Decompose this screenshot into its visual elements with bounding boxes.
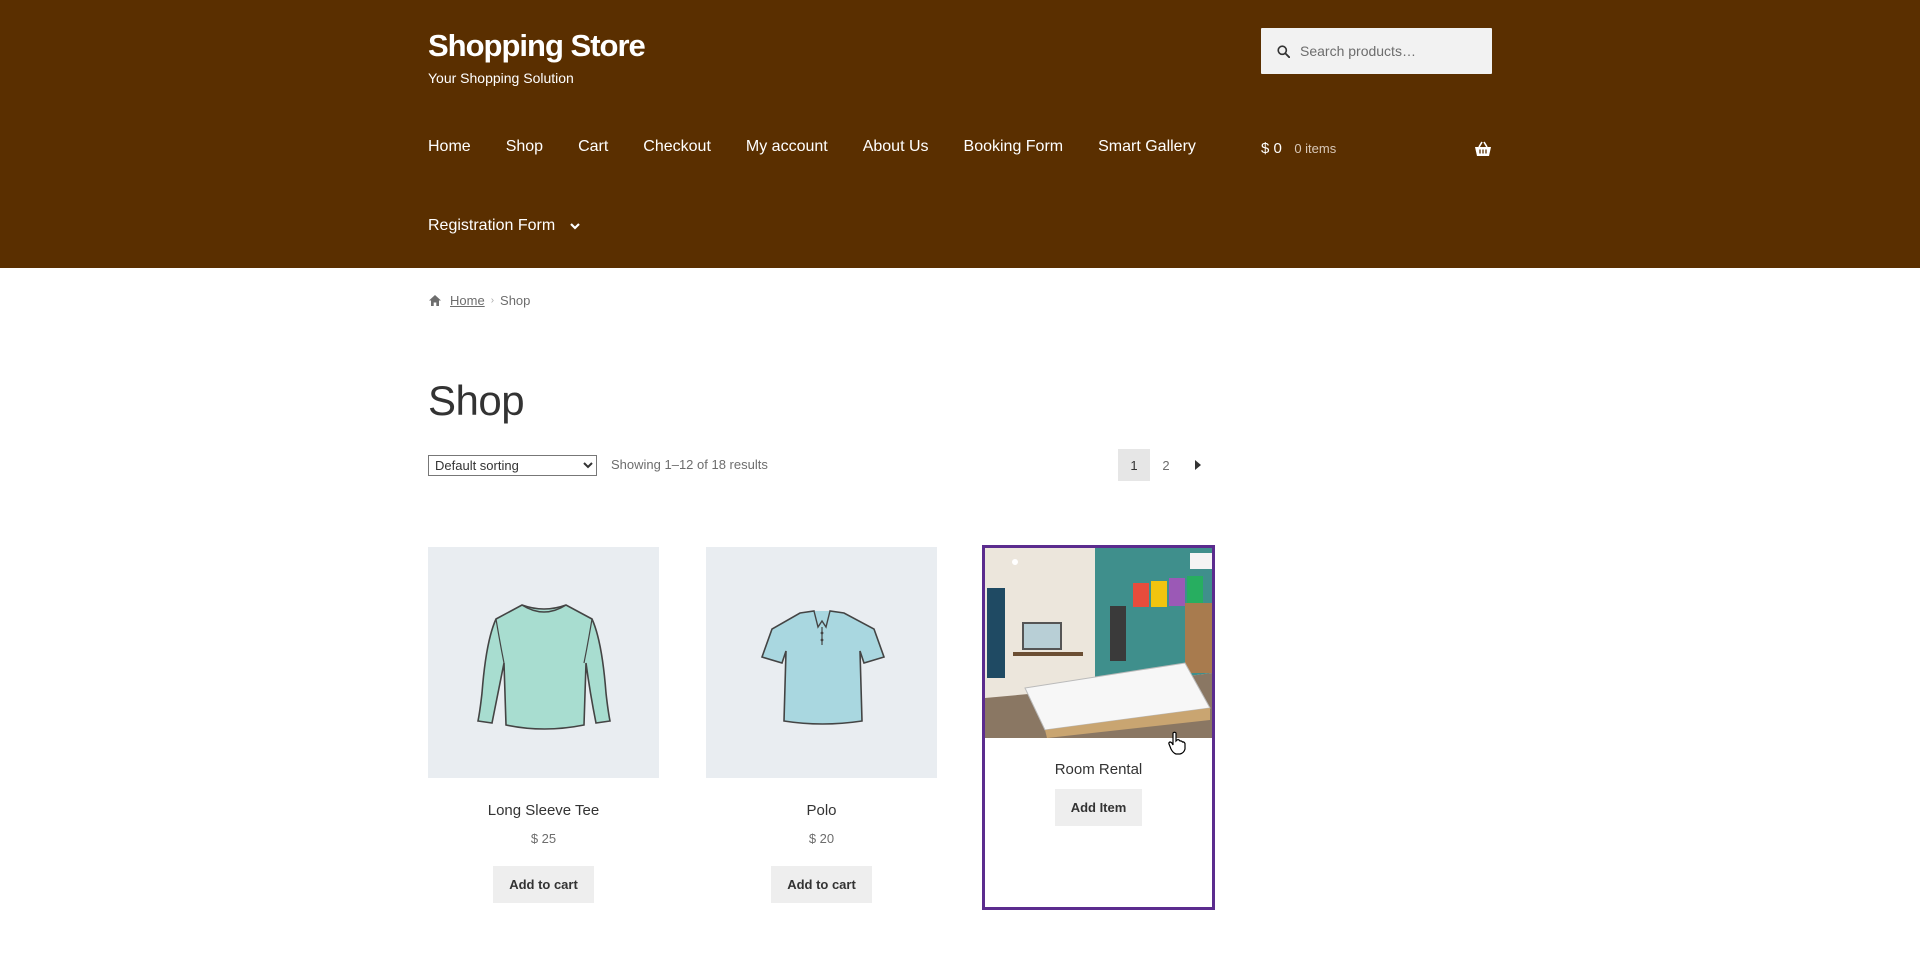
product-name[interactable]: Long Sleeve Tee	[428, 802, 659, 819]
search-icon	[1277, 44, 1290, 58]
nav-checkout[interactable]: Checkout	[643, 138, 711, 156]
add-to-cart-button[interactable]: Add to cart	[771, 866, 872, 903]
breadcrumb-current: Shop	[500, 293, 531, 308]
product-image-long-sleeve-tee[interactable]	[428, 547, 659, 778]
nav-about-us[interactable]: About Us	[863, 138, 929, 156]
next-page-button[interactable]	[1182, 449, 1214, 481]
add-to-cart-button[interactable]: Add to cart	[493, 866, 594, 903]
room-photo	[985, 548, 1212, 738]
cart-amount: $ 0	[1261, 140, 1282, 157]
pagination: 1 2	[1118, 449, 1214, 481]
nav-row-2: Registration Form	[428, 217, 581, 235]
page-title: Shop	[428, 377, 525, 424]
search-box[interactable]	[1261, 28, 1492, 74]
basket-icon	[1475, 141, 1491, 156]
product-image-polo[interactable]	[706, 547, 937, 778]
home-icon	[429, 295, 441, 306]
breadcrumb: Home › Shop	[428, 293, 530, 308]
polo-image	[760, 609, 885, 725]
hand-cursor-icon	[1168, 731, 1186, 755]
sort-select[interactable]: Default sorting	[428, 455, 597, 476]
product-card-room-rental[interactable]: Room Rental Add Item	[982, 545, 1215, 910]
page-2-button[interactable]: 2	[1150, 449, 1182, 481]
site-header: Shopping Store Your Shopping Solution Ho…	[0, 0, 1920, 268]
product-card-long-sleeve-tee: Long Sleeve Tee $ 25 Add to cart	[428, 547, 659, 903]
search-input[interactable]	[1300, 43, 1480, 59]
nav-registration-form[interactable]: Registration Form	[428, 217, 555, 235]
nav-cart[interactable]: Cart	[578, 138, 608, 156]
nav-my-account[interactable]: My account	[746, 138, 828, 156]
product-price: $ 20	[808, 831, 835, 846]
long-sleeve-tee-image	[476, 603, 611, 730]
nav-home[interactable]: Home	[428, 138, 471, 156]
header-cart[interactable]: $ 0 0 items	[1261, 140, 1492, 158]
arrow-right-icon	[1195, 460, 1201, 470]
product-image-room-rental[interactable]	[985, 548, 1212, 738]
site-tagline: Your Shopping Solution	[428, 70, 574, 86]
chevron-down-icon[interactable]	[569, 220, 581, 232]
product-price: $ 25	[530, 831, 557, 846]
breadcrumb-separator: ›	[490, 295, 495, 306]
main-nav: Home Shop Cart Checkout My account About…	[428, 138, 1231, 156]
page-1-button[interactable]: 1	[1118, 449, 1150, 481]
nav-booking-form[interactable]: Booking Form	[964, 138, 1064, 156]
add-item-button[interactable]: Add Item	[1054, 789, 1143, 826]
site-title[interactable]: Shopping Store	[428, 28, 646, 64]
product-name[interactable]: Room Rental	[985, 761, 1212, 778]
product-name[interactable]: Polo	[706, 802, 937, 819]
breadcrumb-home-link[interactable]: Home	[450, 293, 485, 308]
cart-summary: $ 0 0 items	[1261, 140, 1336, 158]
nav-smart-gallery[interactable]: Smart Gallery	[1098, 138, 1196, 156]
product-card-polo: Polo $ 20 Add to cart	[706, 547, 937, 903]
result-count: Showing 1–12 of 18 results	[611, 457, 768, 472]
nav-shop[interactable]: Shop	[506, 138, 543, 156]
cart-item-count: 0 items	[1294, 141, 1337, 156]
